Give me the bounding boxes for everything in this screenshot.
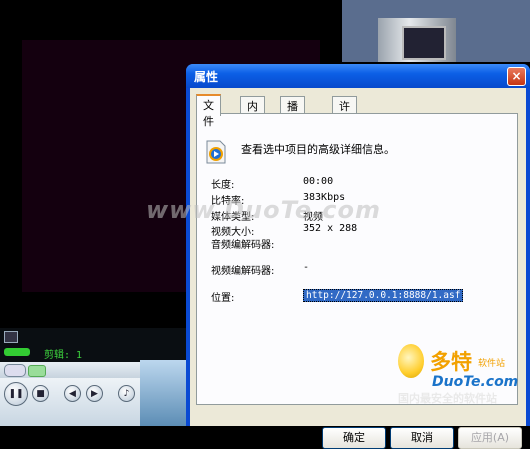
field-value-location[interactable]: http://127.0.0.1:8888/1.asf: [303, 289, 464, 302]
media-file-icon: [206, 140, 226, 164]
next-button[interactable]: ▶: [86, 385, 103, 402]
previous-button[interactable]: ◀: [64, 385, 81, 402]
dialog-titlebar[interactable]: 属性 ×: [186, 64, 530, 88]
field-label-video-codec: 视频编解码器:: [211, 266, 275, 277]
speaker-icon: ♪: [123, 388, 130, 399]
tab-license[interactable]: 许可证: [332, 96, 357, 145]
stop-icon: ■: [36, 388, 45, 399]
apply-button: 应用(A): [458, 427, 522, 449]
field-value-video-size: 352 x 288: [303, 223, 358, 234]
pause-button[interactable]: ❚❚: [4, 382, 28, 406]
mute-button[interactable]: ♪: [118, 385, 135, 402]
mascot-icon: [398, 344, 424, 378]
clip-label: 剪辑: 1: [44, 350, 83, 361]
pause-icon: ❚❚: [8, 389, 24, 399]
tab-content[interactable]: 内容: [240, 96, 265, 129]
field-value-video-codec: -: [303, 262, 310, 273]
ok-button[interactable]: 确定: [322, 427, 386, 449]
logo-subtitle: 软件站: [478, 359, 506, 369]
tab-playlist[interactable]: 播放列表: [280, 96, 305, 161]
stop-button[interactable]: ■: [32, 385, 49, 402]
logo-brand: 多特: [430, 350, 472, 374]
dialog-title: 属性: [194, 70, 219, 84]
field-label-location: 位置:: [211, 293, 235, 304]
field-label-length: 长度:: [211, 180, 235, 191]
close-button[interactable]: ×: [507, 67, 526, 86]
field-value-length: 00:00: [303, 176, 334, 187]
previous-icon: ◀: [69, 388, 76, 399]
film-icon: [402, 26, 446, 60]
panel-toggle-icon[interactable]: [4, 331, 18, 343]
site-logo: 多特 软件站 DuoTe.com 国内最安全的软件站: [388, 340, 526, 426]
site-watermark: www.DuoTe.com: [146, 196, 381, 224]
logo-slogan: 国内最安全的软件站: [398, 392, 497, 405]
tab-file[interactable]: 文件: [196, 94, 221, 128]
logo-url: DuoTe.com: [432, 374, 519, 390]
rewind-knob[interactable]: [4, 364, 26, 377]
next-icon: ▶: [91, 388, 98, 399]
level-meter: [4, 348, 30, 356]
field-label-audio-codec: 音频编解码器:: [211, 240, 275, 251]
cancel-button[interactable]: 取消: [390, 427, 454, 449]
background-window: [342, 0, 530, 62]
seek-slider-thumb[interactable]: [28, 365, 46, 377]
panel-heading: 查看选中项目的高级详细信息。: [241, 143, 395, 156]
close-icon: ×: [511, 69, 522, 83]
